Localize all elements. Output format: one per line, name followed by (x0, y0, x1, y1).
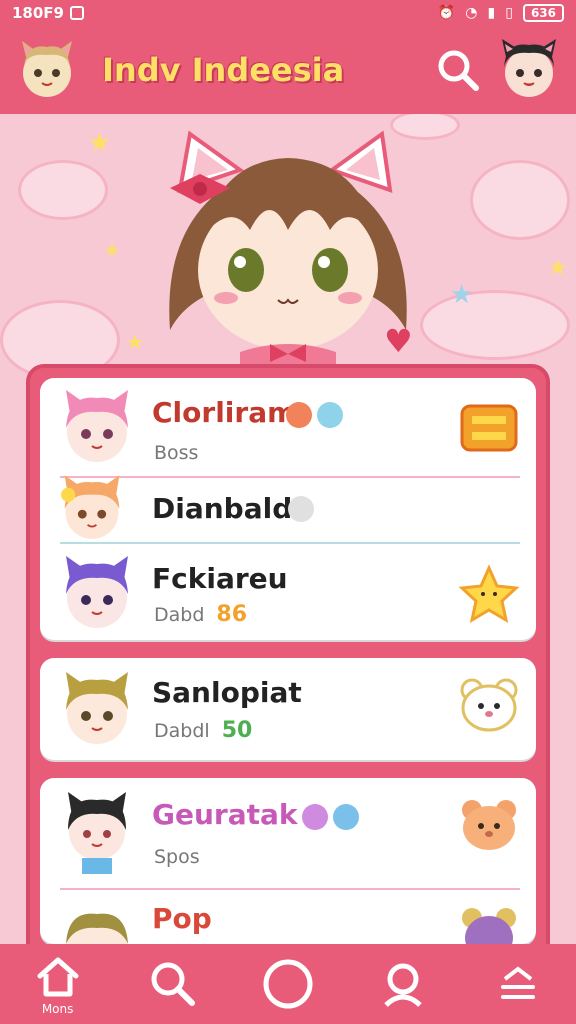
pink-cat-girl-avatar-icon (66, 390, 128, 462)
nav-profile[interactable] (363, 944, 443, 1024)
status-dots (302, 804, 360, 834)
list-item[interactable]: Clorliram Boss (40, 378, 536, 474)
bottom-navigation: Mons (0, 944, 576, 1024)
cat-girl-avatar-icon (22, 41, 72, 97)
bear-face-icon[interactable] (456, 674, 522, 734)
orange-face-icon (286, 402, 312, 428)
star-icon: ★ (126, 330, 144, 354)
star-icon: ★ (88, 128, 112, 158)
list-item-name: Clorliram (152, 396, 297, 429)
background-cloud (18, 160, 108, 220)
list-item[interactable]: Dianbald (40, 475, 536, 544)
status-time: 180F9 (12, 4, 64, 22)
list-item-count: 50 (221, 718, 253, 743)
status-bar: 180F9 ⏰ ◔ ▮ ▯ 636 (0, 0, 576, 26)
purple-cat-girl-avatar-icon (66, 556, 128, 628)
profile-icon (384, 963, 422, 1007)
black-hair-cat-girl-avatar-icon (68, 792, 126, 874)
app-header: Indv Indeesia (0, 26, 576, 114)
list-item-subtitle: Spos (154, 846, 200, 868)
list-item-subtitle: Boss (154, 442, 199, 464)
notification-icon (70, 6, 84, 20)
hero-character-illustration (160, 130, 420, 370)
nav-home[interactable]: Mons (18, 944, 98, 1024)
purple-bear-icon[interactable] (456, 902, 522, 944)
app-title: Indv Indeesia (102, 51, 345, 89)
sim-icon: ▯ (505, 5, 513, 21)
orange-bear-icon[interactable] (456, 794, 522, 854)
blue-face-icon (333, 804, 360, 830)
list-item-name: Geuratak (152, 798, 298, 831)
background-cloud (470, 160, 570, 240)
gray-face-icon (288, 496, 314, 522)
olive-hair-cat-girl-avatar-icon (66, 913, 128, 944)
list-item-name: Dianbald (152, 492, 293, 525)
blonde-cat-girl-avatar-icon (66, 672, 128, 744)
star-icon: ★ (104, 240, 121, 261)
row-divider (60, 542, 520, 544)
letter-badge-icon[interactable] (456, 398, 522, 458)
cat-girl-avatar-icon (502, 39, 556, 97)
profile-avatar-button[interactable] (12, 35, 82, 105)
nav-center[interactable] (248, 944, 328, 1024)
search-icon (151, 962, 195, 1006)
star-icon: ★ (450, 280, 474, 310)
battery-indicator: 636 (522, 4, 564, 22)
nav-menu[interactable] (478, 944, 558, 1024)
list-item-subtitle: Dabdl 50 (154, 718, 253, 743)
list-item-name: Fckiareu (152, 562, 288, 595)
list-card: Clorliram Boss Dianbald Fckiareu Dabd 86 (40, 378, 536, 640)
menu-icon (501, 966, 536, 999)
signal-icon: ▮ (487, 5, 496, 21)
background-cloud (420, 290, 570, 360)
search-button[interactable] (434, 46, 482, 94)
list-card: Sanlopiat Dabdl 50 (40, 658, 536, 760)
list-item-name: Pop (152, 902, 212, 935)
blue-face-icon (317, 402, 344, 428)
list-item[interactable]: Geuratak Spos (40, 778, 536, 886)
list-item-subtitle: Dabd 86 (154, 602, 248, 627)
list-item[interactable]: Pop (40, 892, 536, 944)
orange-cat-girl-avatar-icon (61, 475, 120, 539)
status-dots (286, 402, 344, 432)
search-icon (438, 50, 479, 91)
purple-face-icon (302, 804, 328, 830)
list-card: Geuratak Spos Pop (40, 778, 536, 944)
list-item-count: 86 (216, 602, 248, 627)
friend-avatar-button[interactable] (494, 35, 564, 105)
star-icon: ★ (548, 256, 568, 281)
list-item-name: Sanlopiat (152, 676, 302, 709)
row-divider (60, 888, 520, 890)
heart-icon: ♥ (384, 322, 413, 360)
wifi-icon: ◔ (465, 5, 478, 21)
nav-home-label: Mons (41, 1002, 74, 1016)
alarm-icon: ⏰ (437, 5, 456, 21)
list-item[interactable]: Sanlopiat Dabdl 50 (40, 658, 536, 760)
list-item[interactable]: Fckiareu Dabd 86 (40, 546, 536, 640)
home-icon (37, 957, 79, 997)
nav-search[interactable] (133, 944, 213, 1024)
circle-icon (263, 959, 313, 1009)
star-badge-icon[interactable] (456, 564, 522, 624)
